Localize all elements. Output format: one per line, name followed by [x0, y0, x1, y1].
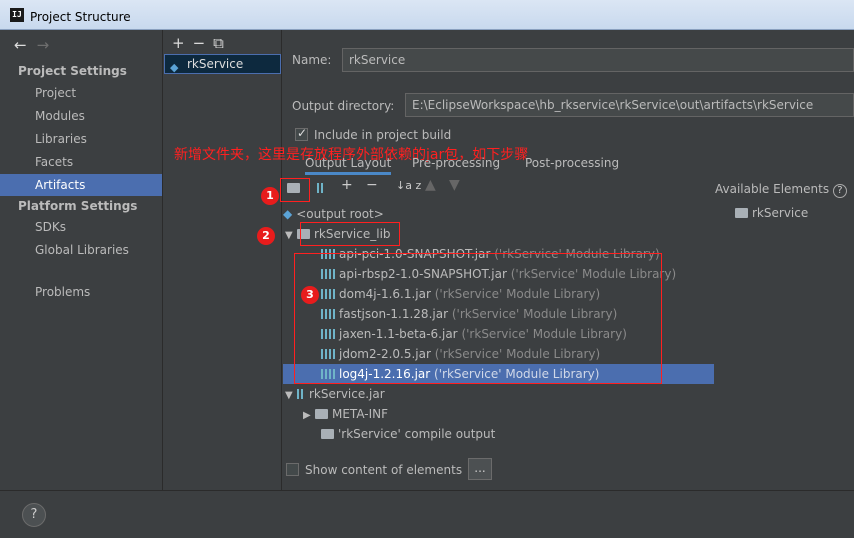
- title-bar: IJ Project Structure: [0, 0, 854, 30]
- include-in-build-checkbox[interactable]: [295, 126, 308, 141]
- show-content-label: Show content of elements: [305, 463, 463, 477]
- nav-item-artifacts[interactable]: Artifacts: [0, 174, 162, 196]
- step3-badge: 3: [301, 286, 319, 304]
- forward-arrow-icon[interactable]: →: [37, 36, 50, 54]
- nav-item-problems[interactable]: Problems: [0, 281, 162, 303]
- tree-node-label: <output root>: [296, 207, 384, 221]
- tree-jar-node[interactable]: ▼ rkService.jar: [283, 384, 714, 404]
- tree-meta-inf[interactable]: ▶ META-INF: [283, 404, 714, 424]
- include-in-build-label: Include in project build: [314, 128, 452, 142]
- help-button[interactable]: ?: [22, 503, 46, 527]
- platform-settings-header: Platform Settings: [18, 199, 138, 213]
- nav-item-sdks[interactable]: SDKs: [0, 216, 162, 238]
- expand-arrow-icon[interactable]: ▼: [285, 386, 297, 406]
- remove-element-icon[interactable]: −: [366, 177, 378, 199]
- nav-item-project[interactable]: Project: [0, 82, 162, 104]
- artifact-diamond-icon: ◆: [170, 61, 179, 74]
- move-up-icon[interactable]: ▲: [425, 177, 436, 199]
- settings-sidebar: ← → Project Settings Project Modules Libr…: [0, 30, 163, 490]
- available-elements-header: Available Elements ?: [715, 182, 847, 198]
- tab-pre-processing[interactable]: Pre-processing: [412, 156, 500, 170]
- intellij-app-icon: IJ: [10, 8, 24, 22]
- ellipsis-button[interactable]: ...: [468, 458, 492, 480]
- tree-compile-output[interactable]: 'rkService' compile output: [283, 424, 714, 444]
- folder-icon: [315, 409, 328, 419]
- add-element-icon[interactable]: +: [341, 177, 353, 199]
- collapse-arrow-icon[interactable]: ▶: [303, 406, 315, 426]
- remove-artifact-icon[interactable]: −: [193, 34, 206, 52]
- tree-node-label: META-INF: [332, 407, 389, 421]
- artifacts-list-panel: + − ⧉ ◆ rkService: [164, 30, 282, 490]
- project-settings-header: Project Settings: [18, 64, 127, 78]
- step2-highlight-box: [300, 222, 400, 246]
- name-label: Name:: [292, 53, 332, 67]
- tab-post-processing[interactable]: Post-processing: [525, 156, 619, 170]
- help-circle-icon[interactable]: ?: [832, 184, 847, 198]
- step1-badge: 1: [261, 187, 279, 205]
- tab-output-layout[interactable]: Output Layout: [305, 156, 392, 175]
- back-arrow-icon[interactable]: ←: [14, 36, 27, 54]
- add-artifact-icon[interactable]: +: [172, 34, 185, 52]
- artifact-name-field[interactable]: rkService: [342, 48, 854, 72]
- artifact-diamond-icon: ◆: [283, 207, 293, 221]
- sort-elements-icon[interactable]: ↓a z: [396, 179, 421, 201]
- dialog-footer: ?: [0, 490, 854, 538]
- output-directory-field[interactable]: E:\EclipseWorkspace\hb_rkservice\rkServi…: [405, 93, 854, 117]
- tree-node-label: rkService.jar: [309, 387, 385, 401]
- tree-output-root[interactable]: ◆ <output root>: [283, 204, 714, 224]
- artifact-item-label: rkService: [187, 57, 244, 71]
- artifact-item-rkservice[interactable]: ◆ rkService: [164, 54, 281, 74]
- window-title: Project Structure: [30, 10, 131, 24]
- copy-artifact-icon[interactable]: ⧉: [213, 34, 224, 52]
- nav-item-global-libraries[interactable]: Global Libraries: [0, 239, 162, 261]
- tree-node-label: 'rkService' compile output: [338, 427, 496, 441]
- compile-output-icon: [321, 429, 334, 439]
- available-item-rkservice[interactable]: rkService: [735, 206, 808, 220]
- output-directory-label: Output directory:: [292, 99, 395, 113]
- step1-highlight-box: [280, 178, 310, 202]
- step3-highlight-box: [294, 253, 662, 384]
- available-item-label: rkService: [752, 206, 809, 220]
- jar-archive-icon: [297, 389, 305, 399]
- artifacts-toolbar: + − ⧉: [172, 34, 232, 52]
- nav-arrows: ← →: [14, 36, 59, 54]
- move-down-icon[interactable]: ▼: [449, 177, 460, 199]
- module-folder-icon: [735, 208, 748, 218]
- nav-item-facets[interactable]: Facets: [0, 151, 162, 173]
- available-elements-label: Available Elements: [715, 182, 830, 196]
- nav-item-libraries[interactable]: Libraries: [0, 128, 162, 150]
- artifact-editor: Name: rkService Output directory: E:\Ecl…: [174, 30, 854, 490]
- expand-arrow-icon[interactable]: ▼: [285, 226, 297, 246]
- nav-item-modules[interactable]: Modules: [0, 105, 162, 127]
- available-elements-panel: Available Elements ? rkService: [715, 177, 854, 437]
- jar-archive-icon[interactable]: [317, 180, 329, 202]
- step2-badge: 2: [257, 227, 275, 245]
- show-content-checkbox[interactable]: [286, 463, 299, 476]
